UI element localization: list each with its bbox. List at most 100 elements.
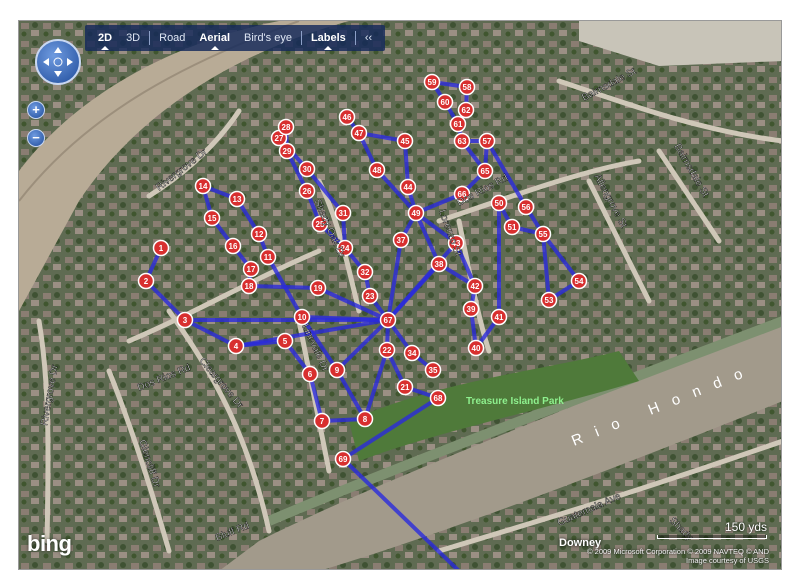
route-marker-48[interactable]: 48 xyxy=(368,161,386,179)
route-marker-39[interactable]: 39 xyxy=(462,300,480,318)
route-marker-53[interactable]: 53 xyxy=(540,291,558,309)
route-marker-45[interactable]: 45 xyxy=(396,132,414,150)
route-marker-34[interactable]: 34 xyxy=(403,344,421,362)
marker-number: 14 xyxy=(199,182,208,191)
pan-compass[interactable] xyxy=(35,39,81,85)
route-marker-28[interactable]: 28 xyxy=(277,118,295,136)
route-marker-62[interactable]: 62 xyxy=(457,101,475,119)
bing-logo: bing xyxy=(27,531,72,556)
route-marker-19[interactable]: 19 xyxy=(309,279,327,297)
route-marker-16[interactable]: 16 xyxy=(224,237,242,255)
route-marker-49[interactable]: 49 xyxy=(407,204,425,222)
route-marker-32[interactable]: 32 xyxy=(356,263,374,281)
route-marker-41[interactable]: 41 xyxy=(490,308,508,326)
marker-number: 11 xyxy=(264,253,273,262)
route-marker-56[interactable]: 56 xyxy=(517,198,535,216)
marker-number: 5 xyxy=(283,337,288,346)
route-marker-4[interactable]: 4 xyxy=(227,337,245,355)
route-marker-21[interactable]: 21 xyxy=(396,378,414,396)
route-marker-22[interactable]: 22 xyxy=(378,341,396,359)
route-marker-11[interactable]: 11 xyxy=(259,248,277,266)
route-marker-61[interactable]: 61 xyxy=(449,115,467,133)
route-marker-68[interactable]: 68 xyxy=(429,389,447,407)
route-marker-50[interactable]: 50 xyxy=(490,194,508,212)
route-marker-44[interactable]: 44 xyxy=(399,178,417,196)
route-marker-15[interactable]: 15 xyxy=(203,209,221,227)
route-marker-37[interactable]: 37 xyxy=(392,231,410,249)
view-3d-button[interactable]: 3D xyxy=(119,32,147,44)
collapse-toolbar-button[interactable]: ‹‹ xyxy=(358,32,379,44)
marker-number: 31 xyxy=(339,209,348,218)
route-marker-67[interactable]: 67 xyxy=(379,311,397,329)
marker-number: 16 xyxy=(229,242,238,251)
route-segment xyxy=(247,284,320,290)
route-marker-31[interactable]: 31 xyxy=(334,204,352,222)
route-marker-18[interactable]: 18 xyxy=(240,277,258,295)
marker-number: 37 xyxy=(397,236,406,245)
marker-number: 45 xyxy=(401,137,410,146)
route-marker-69[interactable]: 69 xyxy=(334,450,352,468)
copyright-line: © 2009 Microsoft Corporation © 2009 NAVT… xyxy=(587,547,769,556)
route-marker-6[interactable]: 6 xyxy=(301,365,319,383)
route-marker-42[interactable]: 42 xyxy=(466,277,484,295)
route-marker-59[interactable]: 59 xyxy=(423,73,441,91)
aerial-view-button[interactable]: Aerial xyxy=(192,32,237,50)
marker-number: 26 xyxy=(303,187,312,196)
route-marker-17[interactable]: 17 xyxy=(242,260,260,278)
route-marker-38[interactable]: 38 xyxy=(430,255,448,273)
route-marker-8[interactable]: 8 xyxy=(356,410,374,428)
marker-number: 55 xyxy=(539,230,548,239)
road-view-button[interactable]: Road xyxy=(152,32,192,44)
route-marker-9[interactable]: 9 xyxy=(328,361,346,379)
marker-number: 49 xyxy=(412,209,421,218)
route-marker-47[interactable]: 47 xyxy=(350,124,368,142)
route-marker-1[interactable]: 1 xyxy=(152,239,170,257)
route-marker-23[interactable]: 23 xyxy=(361,287,379,305)
route-marker-14[interactable]: 14 xyxy=(194,177,212,195)
route-marker-57[interactable]: 57 xyxy=(478,132,496,150)
zoom-out-button[interactable]: − xyxy=(27,129,45,147)
route-marker-5[interactable]: 5 xyxy=(276,332,294,350)
marker-number: 10 xyxy=(298,313,307,322)
route-marker-12[interactable]: 12 xyxy=(250,225,268,243)
route-marker-29[interactable]: 29 xyxy=(278,142,296,160)
route-marker-58[interactable]: 58 xyxy=(458,78,476,96)
view-2d-button[interactable]: 2D xyxy=(91,32,119,50)
route-marker-35[interactable]: 35 xyxy=(424,361,442,379)
route-marker-55[interactable]: 55 xyxy=(534,225,552,243)
labels-toggle[interactable]: Labels xyxy=(304,32,353,50)
marker-number: 59 xyxy=(428,78,437,87)
map-frame: 1 2 3 4 5 6 7 8 9 10 11 12 13 14 15 16 17 18 19 21 22 23 24 25 2… xyxy=(0,0,799,583)
marker-number: 4 xyxy=(234,342,239,351)
scale-label: 150 yds xyxy=(724,520,767,534)
marker-number: 51 xyxy=(508,223,517,232)
aerial-map[interactable]: 1 2 3 4 5 6 7 8 9 10 11 12 13 14 15 16 17 18 19 21 22 23 24 25 2… xyxy=(18,20,782,570)
route-marker-60[interactable]: 60 xyxy=(436,93,454,111)
marker-number: 6 xyxy=(308,370,313,379)
route-marker-2[interactable]: 2 xyxy=(137,272,155,290)
zoom-in-button[interactable]: + xyxy=(27,101,45,119)
birds-eye-button[interactable]: Bird's eye xyxy=(237,32,299,44)
marker-number: 1 xyxy=(159,244,164,253)
route-marker-46[interactable]: 46 xyxy=(338,108,356,126)
marker-number: 42 xyxy=(471,282,480,291)
marker-number: 60 xyxy=(441,98,450,107)
toolbar-divider xyxy=(300,31,302,45)
route-marker-63[interactable]: 63 xyxy=(453,132,471,150)
route-marker-3[interactable]: 3 xyxy=(176,311,194,329)
route-marker-40[interactable]: 40 xyxy=(467,339,485,357)
route-marker-10[interactable]: 10 xyxy=(293,308,311,326)
marker-number: 62 xyxy=(462,106,471,115)
map-canvas[interactable]: 1234567 89101112131415161718 1921222324252… xyxy=(19,21,782,570)
route-marker-26[interactable]: 26 xyxy=(298,182,316,200)
route-marker-30[interactable]: 30 xyxy=(298,160,316,178)
imagery-credit: Image courtesy of USGS xyxy=(686,556,769,565)
route-marker-54[interactable]: 54 xyxy=(570,272,588,290)
marker-number: 21 xyxy=(401,383,410,392)
route-marker-51[interactable]: 51 xyxy=(503,218,521,236)
route-marker-65[interactable]: 65 xyxy=(476,162,494,180)
route-marker-13[interactable]: 13 xyxy=(228,190,246,208)
marker-number: 41 xyxy=(495,313,504,322)
route-marker-7[interactable]: 7 xyxy=(313,412,331,430)
marker-number: 3 xyxy=(183,316,188,325)
